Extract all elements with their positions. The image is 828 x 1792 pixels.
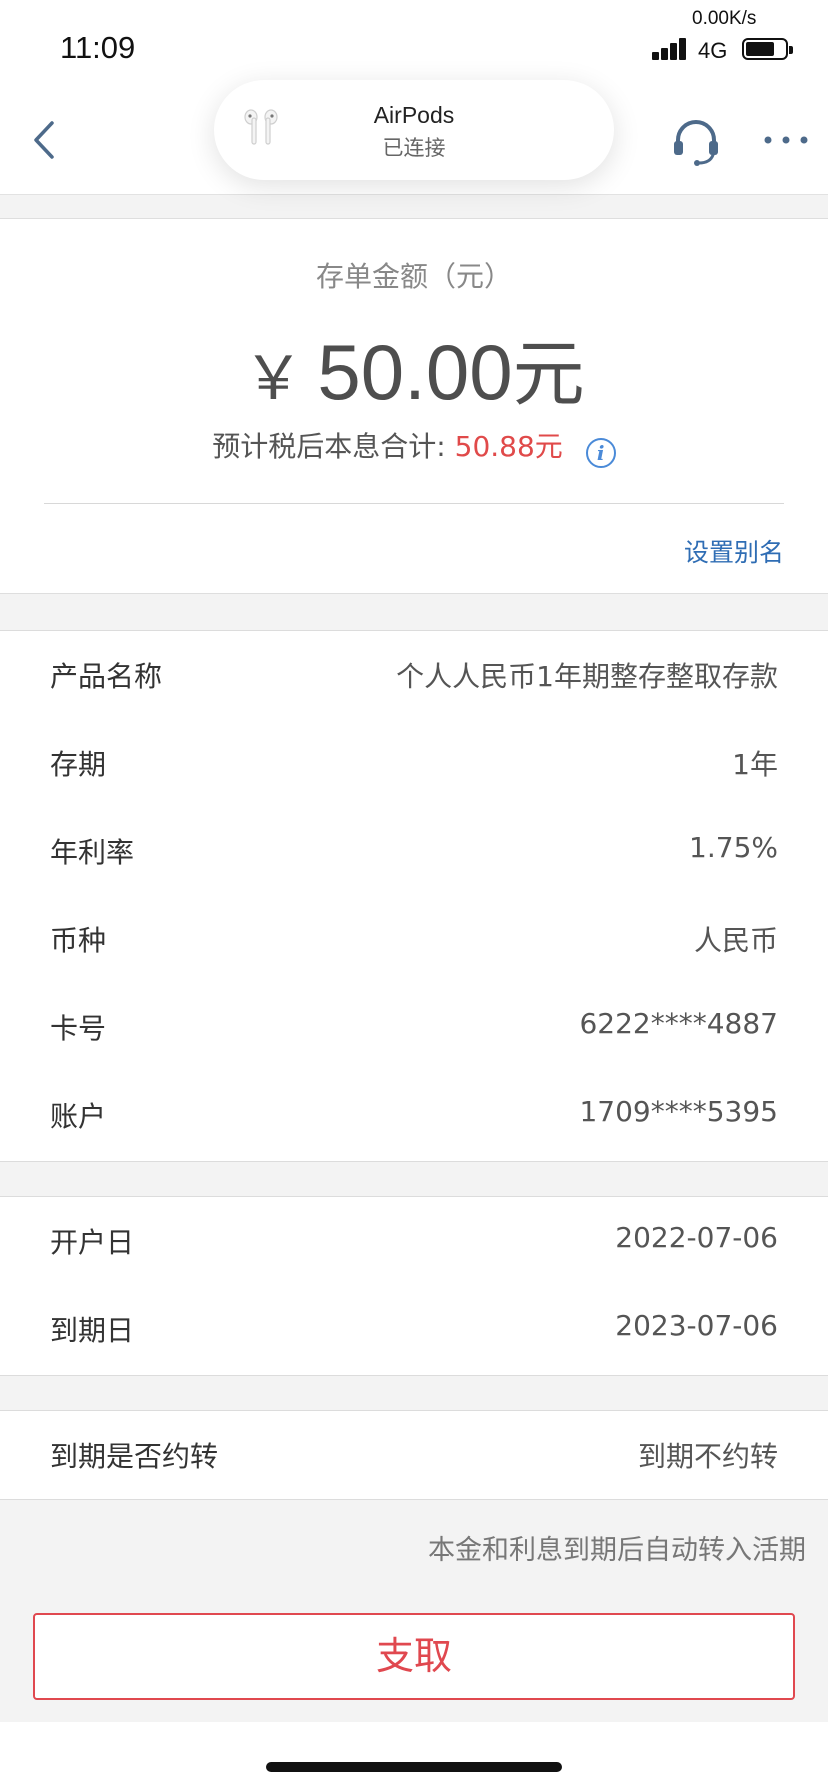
status-time: 11:09	[60, 30, 136, 65]
date-value: 2023-07-06	[615, 1309, 778, 1342]
customer-service-button[interactable]	[668, 114, 724, 170]
interest-line: 预计税后本息合计: 50.88元 i	[0, 425, 828, 468]
currency-symbol: ￥	[243, 345, 304, 412]
detail-row: 产品名称 个人人民币1年期整存整取存款	[0, 631, 828, 719]
battery-icon	[742, 38, 793, 60]
network-speed: 0.00K/s	[692, 8, 757, 29]
auto-transfer-hint: 本金和利息到期后自动转入活期	[428, 1535, 806, 1566]
home-indicator	[266, 1762, 562, 1772]
detail-label: 产品名称	[50, 660, 163, 693]
amount-label: 存单金额（元）	[315, 260, 512, 293]
detail-value: 1.75%	[689, 831, 778, 864]
detail-row: 卡号 6222****4887	[0, 983, 828, 1071]
detail-value: 1年	[732, 748, 778, 781]
more-options-button[interactable]	[758, 112, 814, 168]
renewal-label: 到期是否约转	[50, 1440, 219, 1473]
renewal-section: 到期是否约转 到期不约转	[0, 1410, 828, 1500]
detail-value: 个人人民币1年期整存整取存款	[396, 660, 778, 693]
date-row: 开户日 2022-07-06	[0, 1197, 828, 1285]
airpods-banner[interactable]: AirPods 已连接	[214, 80, 614, 180]
detail-label: 年利率	[50, 836, 135, 869]
airpods-status: 已连接	[382, 136, 446, 160]
chevron-left-icon	[34, 121, 54, 159]
detail-value: 1709****5395	[579, 1095, 778, 1128]
withdraw-button[interactable]: 支取	[33, 1613, 795, 1700]
detail-label: 存期	[50, 748, 107, 781]
date-value: 2022-07-06	[615, 1221, 778, 1254]
amount-card: 存单金额（元） ￥ 50.00元 预计税后本息合计: 50.88元 i 设置别名	[0, 218, 828, 594]
detail-label: 账户	[50, 1100, 107, 1133]
date-label: 到期日	[50, 1314, 135, 1347]
set-alias-link[interactable]: 设置别名	[684, 533, 784, 569]
detail-row: 存期 1年	[0, 719, 828, 807]
renewal-row: 到期是否约转 到期不约转	[0, 1411, 828, 1499]
detail-value: 人民币	[693, 924, 778, 957]
detail-row: 账户 1709****5395	[0, 1071, 828, 1159]
back-button[interactable]	[22, 110, 82, 170]
nav-bar: AirPods 已连接	[0, 80, 828, 195]
headset-icon	[674, 120, 718, 166]
dates-section: 开户日 2022-07-06 到期日 2023-07-06	[0, 1196, 828, 1376]
divider	[44, 503, 784, 504]
detail-label: 币种	[50, 924, 107, 957]
date-row: 到期日 2023-07-06	[0, 1285, 828, 1373]
amount-value: ￥ 50.00元	[0, 315, 828, 420]
detail-label: 卡号	[50, 1012, 107, 1045]
status-bar: 11:09 0.00K/s 4G	[0, 0, 828, 92]
detail-value: 6222****4887	[579, 1007, 778, 1040]
amount-number: 50.00	[317, 328, 513, 416]
more-dots-icon	[764, 136, 808, 144]
bottom-safe-area	[0, 1722, 828, 1792]
product-details-section: 产品名称 个人人民币1年期整存整取存款 存期 1年 年利率 1.75% 币种 人…	[0, 630, 828, 1162]
detail-row: 年利率 1.75%	[0, 807, 828, 895]
info-icon[interactable]: i	[585, 438, 616, 468]
interest-value: 50.88元	[454, 430, 563, 463]
network-type: 4G	[698, 38, 728, 63]
airpods-name: AirPods	[373, 102, 455, 128]
amount-unit: 元	[512, 335, 585, 415]
detail-row: 币种 人民币	[0, 895, 828, 983]
interest-label: 预计税后本息合计:	[212, 430, 446, 463]
date-label: 开户日	[50, 1226, 135, 1259]
signal-icon	[652, 36, 692, 60]
renewal-value: 到期不约转	[637, 1440, 778, 1473]
